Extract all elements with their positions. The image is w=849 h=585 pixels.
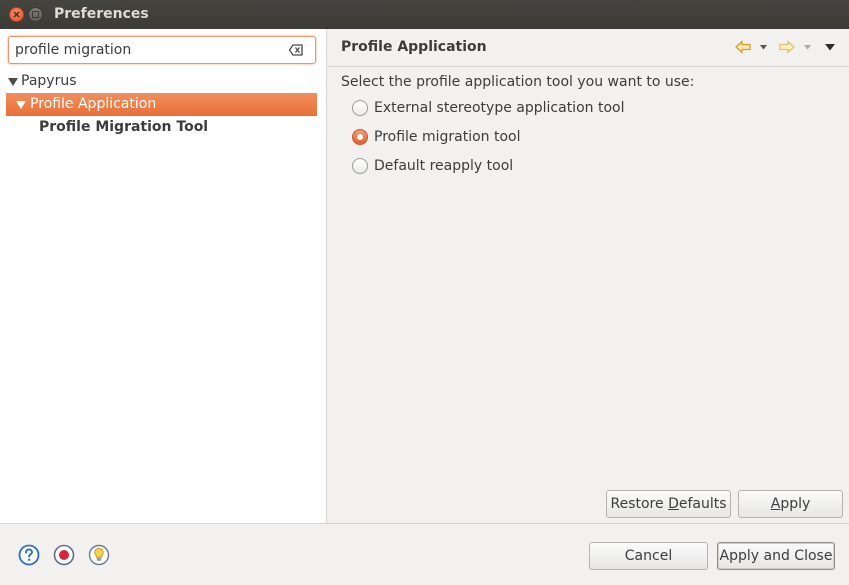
button-mnemonic: A — [770, 496, 781, 512]
option-label: External stereotype application tool — [374, 100, 625, 116]
tree-item-label: Profile Migration Tool — [39, 119, 209, 135]
button-label: efaults — [678, 496, 727, 512]
restore-defaults-button[interactable]: Restore Defaults — [606, 490, 731, 518]
apply-button[interactable]: Apply — [738, 490, 843, 518]
button-label: Restore — [610, 496, 669, 512]
help-icon[interactable] — [18, 544, 40, 566]
record-macro-icon[interactable] — [53, 544, 75, 566]
preferences-tree-pane: Papyrus Profile Application Profile Migr… — [0, 29, 327, 523]
option-label: Profile migration tool — [374, 129, 521, 145]
clear-search-icon[interactable] — [289, 44, 303, 56]
button-mnemonic: D — [668, 496, 679, 512]
filter-box — [8, 36, 316, 64]
view-menu-icon[interactable] — [825, 44, 835, 51]
preferences-tree: Papyrus Profile Application Profile Migr… — [6, 70, 317, 139]
forward-arrow-icon[interactable] — [779, 40, 795, 54]
button-label: pply — [780, 496, 811, 512]
back-arrow-icon[interactable] — [735, 40, 751, 54]
title-bar: Preferences — [0, 0, 849, 29]
tree-item-label: Papyrus — [21, 73, 77, 89]
preference-page: Profile Application Select the profile a… — [328, 29, 849, 523]
page-title: Profile Application — [341, 39, 487, 55]
apply-and-close-button[interactable]: Apply and Close — [717, 542, 835, 570]
tree-item-label: Profile Application — [30, 96, 157, 112]
option-label: Default reapply tool — [374, 158, 514, 174]
lightbulb-icon[interactable] — [88, 544, 110, 566]
page-header: Profile Application — [328, 29, 849, 67]
filter-input[interactable] — [15, 40, 275, 60]
maximize-icon[interactable] — [28, 7, 43, 22]
tool-prompt: Select the profile application tool you … — [341, 74, 695, 90]
tree-item-papyrus[interactable]: Papyrus — [6, 70, 317, 93]
expand-arrow-icon[interactable] — [8, 78, 18, 86]
forward-history-dropdown-icon[interactable] — [804, 45, 811, 50]
dialog-footer: Cancel Apply and Close — [0, 523, 849, 585]
radio-button[interactable] — [352, 158, 368, 174]
radio-button-selected[interactable] — [352, 129, 368, 145]
close-icon[interactable] — [9, 7, 24, 22]
tree-item-profile-migration-tool[interactable]: Profile Migration Tool — [6, 116, 317, 139]
back-history-dropdown-icon[interactable] — [760, 45, 767, 50]
radio-button[interactable] — [352, 100, 368, 116]
tree-item-profile-application[interactable]: Profile Application — [6, 93, 317, 116]
expand-arrow-icon[interactable] — [16, 101, 26, 109]
cancel-button[interactable]: Cancel — [589, 542, 708, 570]
window-title: Preferences — [54, 6, 149, 22]
